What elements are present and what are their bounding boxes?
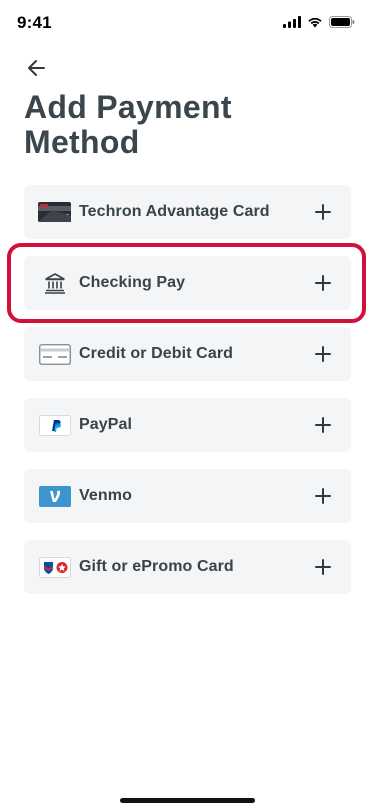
home-indicator	[120, 798, 255, 803]
status-icons	[283, 16, 355, 28]
credit-card-icon	[38, 343, 71, 365]
method-label: Checking Pay	[79, 274, 186, 291]
plus-icon	[315, 346, 331, 362]
method-label: Venmo	[79, 487, 132, 504]
method-item-gift-or-epromo-card[interactable]: Gift or ePromo Card	[24, 540, 351, 594]
method-item-credit-or-debit-card[interactable]: Credit or Debit Card	[24, 327, 351, 381]
method-item-techron-advantage-card[interactable]: Techron Advantage Card	[24, 185, 351, 239]
method-item-venmo[interactable]: Venmo	[24, 469, 351, 523]
back-arrow-icon	[28, 60, 45, 76]
plus-icon	[315, 275, 331, 291]
venmo-icon	[38, 485, 71, 507]
page-title: Add Payment Method	[24, 89, 232, 160]
method-item-paypal[interactable]: PayPal	[24, 398, 351, 452]
paypal-icon	[38, 414, 71, 436]
payment-method-list: Techron Advantage Card Checking Pay Cred…	[24, 185, 351, 611]
bank-icon	[38, 272, 71, 294]
method-label: PayPal	[79, 416, 133, 433]
method-item-checking-pay[interactable]: Checking Pay	[24, 256, 351, 310]
method-label: Techron Advantage Card	[79, 203, 270, 220]
method-label: Credit or Debit Card	[79, 345, 234, 362]
cellular-signal-icon	[283, 16, 301, 28]
status-time: 9:41	[17, 13, 52, 32]
plus-icon	[315, 204, 331, 220]
techron-card-icon	[38, 201, 71, 223]
method-label: Gift or ePromo Card	[79, 558, 234, 575]
status-bar: 9:41	[0, 0, 375, 48]
back-button[interactable]	[24, 56, 48, 80]
wifi-icon	[308, 17, 322, 28]
plus-icon	[315, 559, 331, 575]
gift-card-icon	[38, 556, 71, 578]
plus-icon	[315, 417, 331, 433]
plus-icon	[315, 488, 331, 504]
battery-icon	[329, 16, 355, 28]
